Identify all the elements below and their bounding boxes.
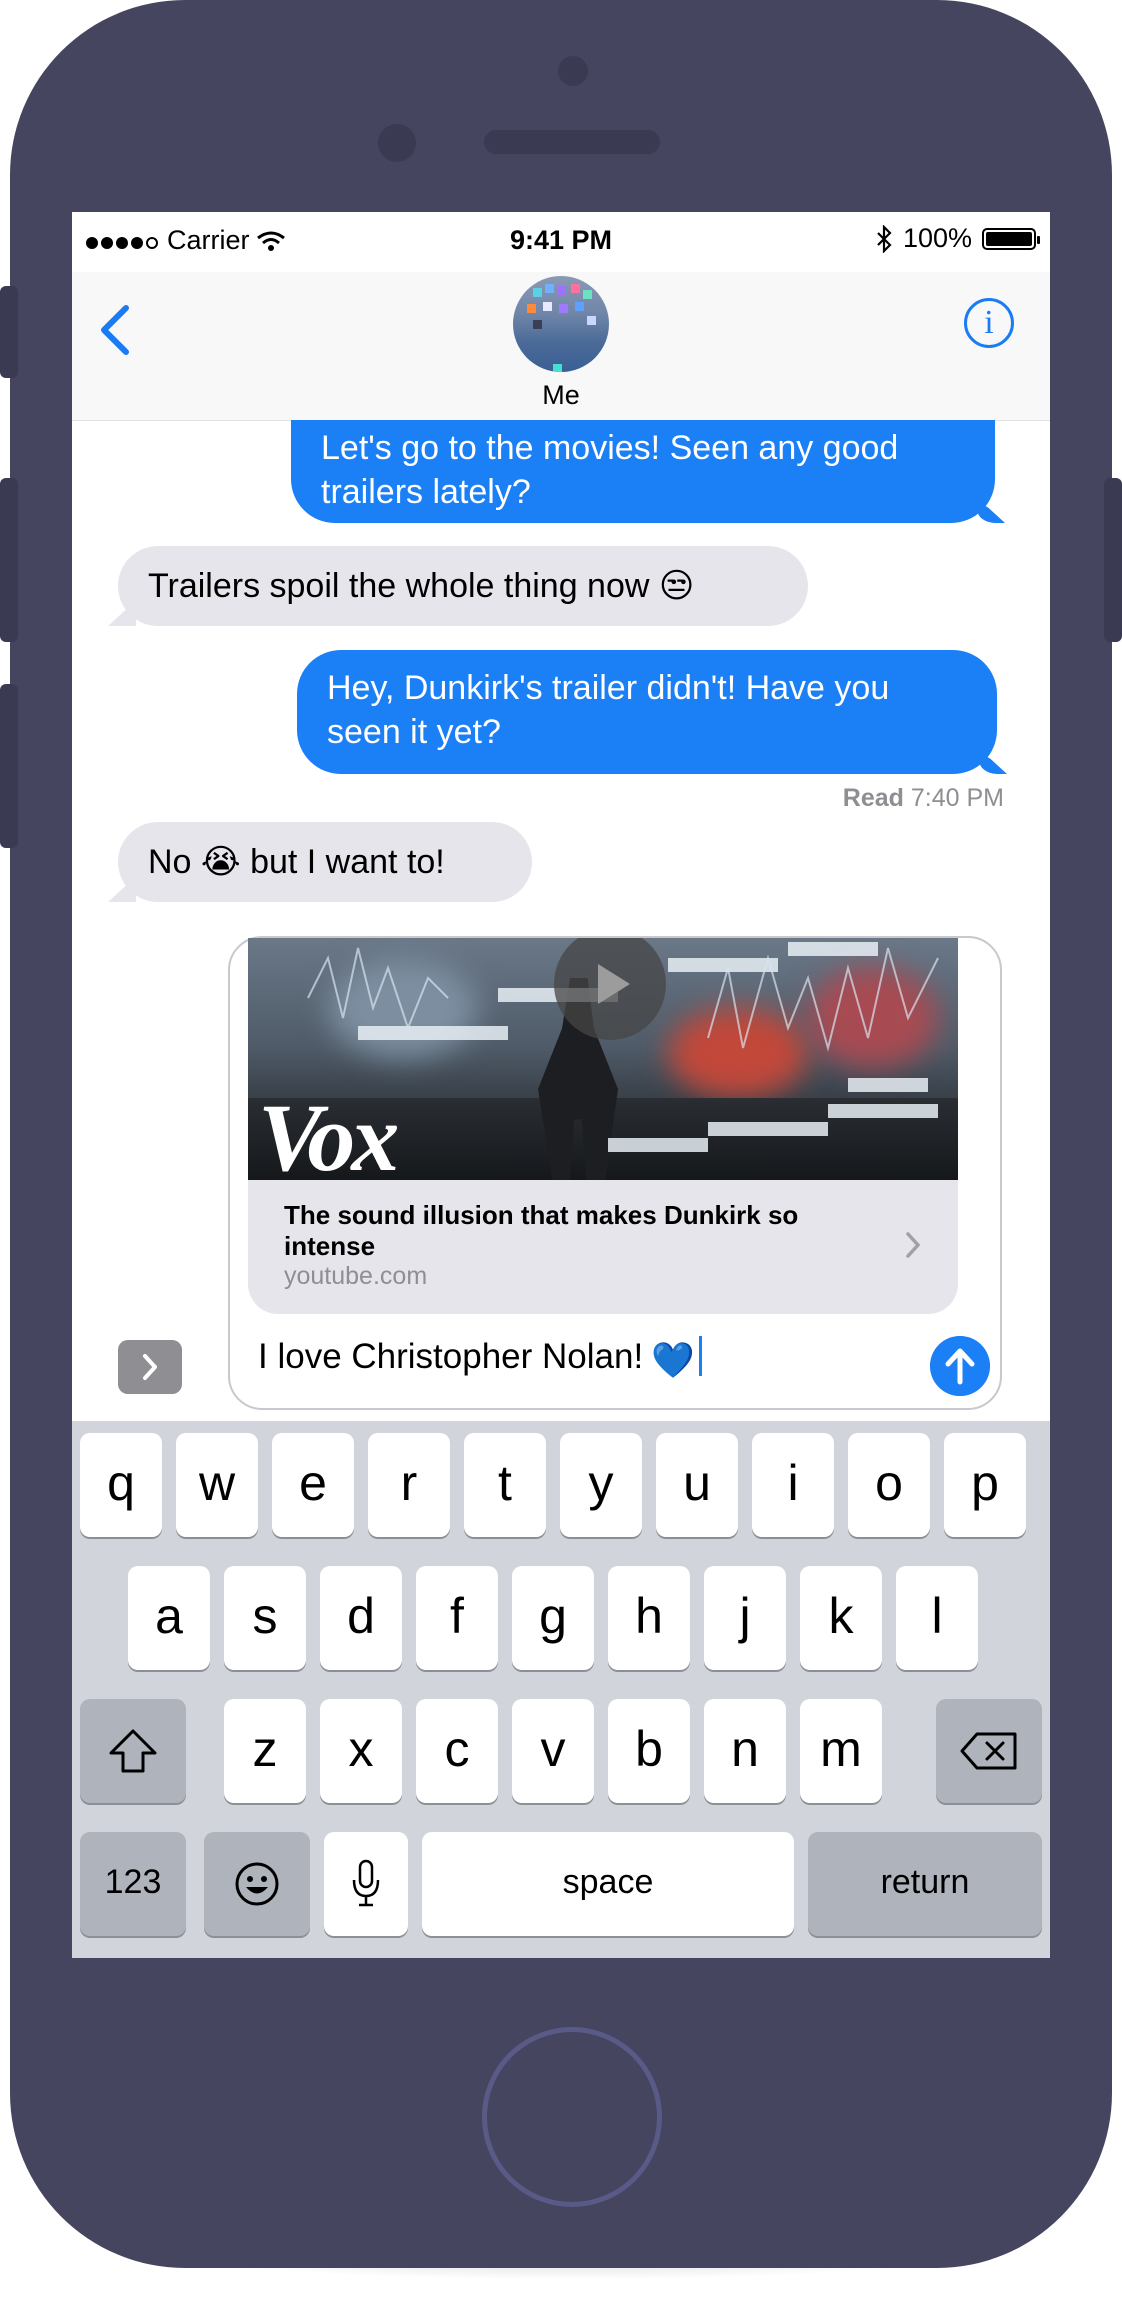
compose-text: I love Christopher Nolan! 💙	[258, 1336, 702, 1381]
key-u[interactable]: u	[656, 1433, 738, 1537]
key-b[interactable]: b	[608, 1699, 690, 1803]
space-key[interactable]: space	[422, 1832, 794, 1936]
key-z[interactable]: z	[224, 1699, 306, 1803]
emoji-key[interactable]	[204, 1832, 310, 1936]
key-w[interactable]: w	[176, 1433, 258, 1537]
dictation-key[interactable]	[324, 1832, 408, 1936]
link-preview-title: The sound illusion that makes Dunkirk so…	[284, 1200, 799, 1261]
key-m[interactable]: m	[800, 1699, 882, 1803]
read-receipt-time: 7:40 PM	[910, 784, 1004, 812]
message-text: No 😭 but I want to!	[148, 843, 445, 881]
key-f[interactable]: f	[416, 1566, 498, 1670]
message-compose-field[interactable]: Vox The sound illusion that makes Dunkir…	[228, 936, 1002, 1410]
conversation-header: Me i	[72, 272, 1050, 421]
numbers-key[interactable]: 123	[80, 1832, 186, 1936]
keyboard: q w e r t y u i o p a s d f g h j k l z …	[72, 1421, 1050, 1958]
message-text: trailers lately?	[321, 473, 531, 511]
key-v[interactable]: v	[512, 1699, 594, 1803]
back-chevron-icon[interactable]	[92, 300, 142, 360]
return-key[interactable]: return	[808, 1832, 1042, 1936]
text-cursor	[698, 1336, 702, 1376]
delete-key[interactable]	[936, 1699, 1042, 1803]
battery-percentage: 100%	[902, 223, 972, 253]
key-r[interactable]: r	[368, 1433, 450, 1537]
key-o[interactable]: o	[848, 1433, 930, 1537]
key-i[interactable]: i	[752, 1433, 834, 1537]
earpiece-speaker	[484, 130, 660, 154]
backspace-icon	[960, 1732, 1017, 1770]
message-text: Let's go to the movies! Seen any good	[321, 429, 899, 467]
link-preview-card[interactable]: Vox The sound illusion that makes Dunkir…	[248, 938, 958, 1314]
blue-heart-emoji: 💙	[651, 1341, 695, 1380]
key-g[interactable]: g	[512, 1566, 594, 1670]
link-preview-domain: youtube.com	[284, 1262, 428, 1290]
shift-arrow-icon	[109, 1729, 157, 1773]
info-icon[interactable]: i	[964, 298, 1014, 348]
key-k[interactable]: k	[800, 1566, 882, 1670]
status-bar: Carrier 9:41 PM 100%	[72, 212, 1050, 272]
volume-up-button	[0, 478, 18, 642]
contact-avatar[interactable]	[513, 276, 609, 372]
message-bubble-incoming[interactable]: Trailers spoil the whole thing now 😒	[118, 546, 808, 626]
screen: Carrier 9:41 PM 100% Me i Let's go to th…	[72, 212, 1050, 1958]
microphone-icon	[352, 1859, 380, 1907]
read-receipt: Read 7:40 PM	[843, 784, 1004, 813]
contact-name[interactable]: Me	[72, 380, 1050, 411]
home-button[interactable]	[482, 2027, 662, 2207]
app-drawer-toggle-icon[interactable]	[118, 1340, 182, 1394]
key-a[interactable]: a	[128, 1566, 210, 1670]
key-h[interactable]: h	[608, 1566, 690, 1670]
shift-key[interactable]	[80, 1699, 186, 1803]
power-button	[1104, 478, 1122, 642]
key-n[interactable]: n	[704, 1699, 786, 1803]
message-text: seen it yet?	[327, 713, 501, 751]
mute-switch	[0, 286, 18, 378]
chevron-right-icon	[906, 1232, 921, 1258]
key-j[interactable]: j	[704, 1566, 786, 1670]
key-s[interactable]: s	[224, 1566, 306, 1670]
send-button[interactable]	[930, 1336, 990, 1396]
read-receipt-label: Read	[842, 784, 904, 812]
vox-logo: Vox	[258, 1084, 399, 1180]
key-x[interactable]: x	[320, 1699, 402, 1803]
compose-text-value: I love Christopher Nolan!	[258, 1337, 644, 1376]
key-c[interactable]: c	[416, 1699, 498, 1803]
bluetooth-icon	[877, 224, 892, 253]
key-t[interactable]: t	[464, 1433, 546, 1537]
message-bubble-outgoing[interactable]: Let's go to the movies! Seen any good tr…	[291, 420, 995, 523]
key-p[interactable]: p	[944, 1433, 1026, 1537]
link-preview-thumbnail: Vox	[248, 938, 958, 1180]
message-bubble-outgoing[interactable]: Hey, Dunkirk's trailer didn't! Have you …	[297, 650, 997, 774]
key-q[interactable]: q	[80, 1433, 162, 1537]
key-d[interactable]: d	[320, 1566, 402, 1670]
message-bubble-incoming[interactable]: No 😭 but I want to!	[118, 822, 532, 902]
message-text: Trailers spoil the whole thing now 😒	[148, 567, 695, 605]
proximity-sensor	[558, 56, 588, 86]
battery-icon	[982, 227, 1040, 250]
volume-down-button	[0, 684, 18, 848]
smiley-face-icon	[235, 1862, 279, 1906]
key-e[interactable]: e	[272, 1433, 354, 1537]
key-y[interactable]: y	[560, 1433, 642, 1537]
message-text: Hey, Dunkirk's trailer didn't! Have you	[327, 669, 890, 707]
front-camera	[378, 124, 416, 162]
key-l[interactable]: l	[896, 1566, 978, 1670]
